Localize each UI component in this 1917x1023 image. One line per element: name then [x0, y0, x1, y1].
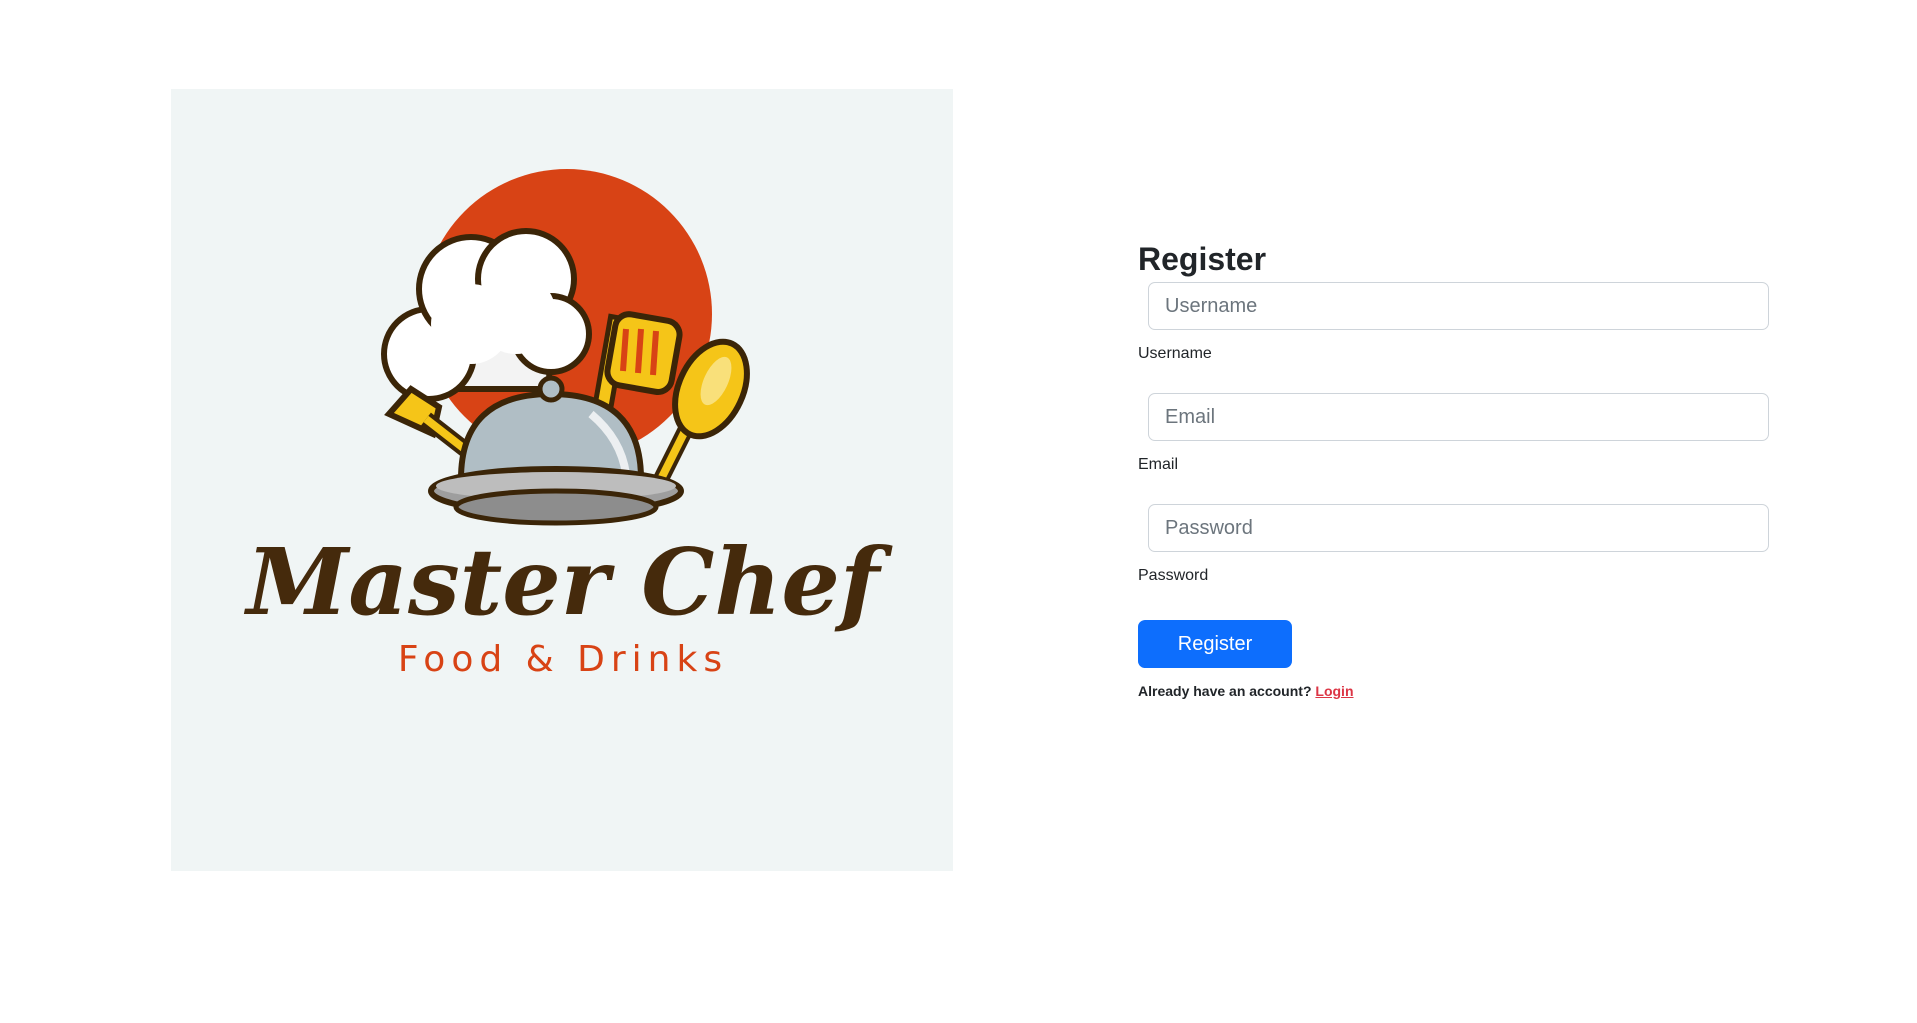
login-prompt-text: Already have an account?	[1138, 683, 1312, 699]
username-input[interactable]	[1148, 282, 1769, 330]
password-group: Password	[1138, 504, 1778, 585]
register-page: Master Chef Food & Drinks Register Usern…	[0, 0, 1917, 1023]
form-title: Register	[1138, 241, 1267, 277]
tagline-text: Food & Drinks	[398, 639, 728, 680]
master-chef-logo: Master Chef Food & Drinks	[244, 169, 893, 680]
password-input[interactable]	[1148, 504, 1769, 552]
logo-panel: Master Chef Food & Drinks	[171, 89, 953, 871]
username-group: Username	[1138, 282, 1778, 363]
register-form: Register Username Email Password Registe…	[1138, 238, 1778, 699]
brand-name-text: Master Chef	[244, 528, 893, 636]
password-label: Password	[1138, 567, 1209, 584]
email-group: Email	[1138, 393, 1778, 474]
username-label: Username	[1138, 345, 1212, 362]
login-link[interactable]: Login	[1315, 683, 1353, 699]
register-button[interactable]: Register	[1138, 620, 1292, 668]
email-input[interactable]	[1148, 393, 1769, 441]
email-label: Email	[1138, 456, 1179, 473]
chef-hat-icon	[381, 228, 592, 402]
login-prompt-line: Already have an account? Login	[1138, 683, 1778, 699]
